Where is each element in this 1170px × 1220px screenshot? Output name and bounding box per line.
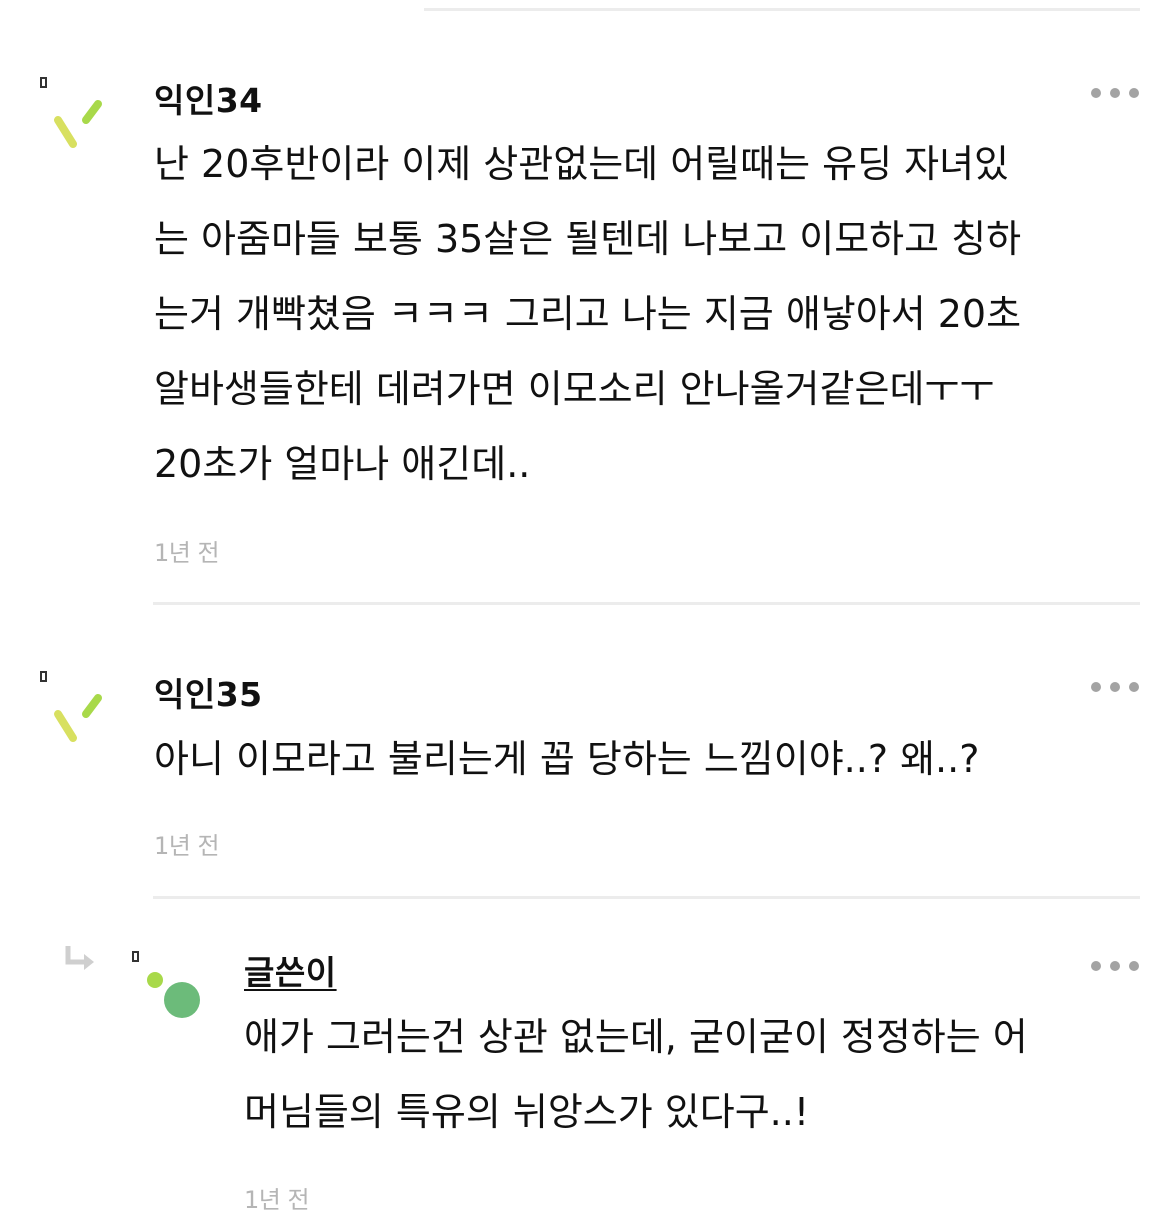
comment-divider <box>153 602 1140 605</box>
comment-body: 아니 이모라고 불리는게 꼽 당하는 느낌이야..? 왜..? <box>154 722 979 797</box>
comment-author[interactable]: 익인35 <box>154 668 263 716</box>
reply-author[interactable]: 글쓴이 <box>244 946 337 994</box>
more-dots-icon <box>1091 682 1101 692</box>
comment-line: 아니 이모라고 불리는게 꼽 당하는 느낌이야..? 왜..? <box>154 737 980 781</box>
more-dots-icon <box>1091 88 1101 98</box>
comment-author[interactable]: 익인34 <box>154 74 263 122</box>
reply-line: 애가 그러는건 상관 없는데, 굳이굳이 정정하는 어 <box>244 1015 1028 1059</box>
comment-timestamp: 1년 전 <box>154 539 220 567</box>
comment-timestamp: 1년 전 <box>154 832 220 860</box>
reply-body: 애가 그러는건 상관 없는데, 굳이굳이 정정하는 어 머님들의 특유의 뉘앙스… <box>244 1000 1028 1150</box>
comment-line: 는 아줌마들 보통 35살은 될텐데 나보고 이모하고 칭하 <box>154 217 1022 261</box>
reply-timestamp: 1년 전 <box>244 1186 310 1214</box>
anonymous-badge-icon <box>40 671 47 682</box>
comment-body: 난 20후반이라 이제 상관없는데 어릴때는 유딩 자녀있 는 아줌마들 보통 … <box>154 127 1021 502</box>
comment-line: 는거 개빡쳤음 ㅋㅋㅋ 그리고 나는 지금 애낳아서 20초 <box>154 292 1022 336</box>
avatar <box>54 100 102 148</box>
reply-line: 머님들의 특유의 뉘앙스가 있다구..! <box>244 1090 810 1134</box>
reply-arrow-icon <box>65 946 94 970</box>
more-options-button[interactable] <box>1091 680 1139 694</box>
anonymous-badge-icon <box>40 77 47 88</box>
more-options-button[interactable] <box>1091 86 1139 100</box>
more-dots-icon <box>1091 961 1101 971</box>
avatar <box>147 972 200 1018</box>
author-badge-icon <box>132 951 139 962</box>
comment-divider <box>153 896 1140 899</box>
avatar <box>54 694 102 742</box>
comment-line: 20초가 얼마나 애긴데.. <box>154 442 531 486</box>
comment-line: 알바생들한테 데려가면 이모소리 안나올거같은데ㅜㅜ <box>154 367 995 411</box>
top-divider <box>424 8 1140 11</box>
more-options-button[interactable] <box>1091 959 1139 973</box>
comment-line: 난 20후반이라 이제 상관없는데 어릴때는 유딩 자녀있 <box>154 142 1009 186</box>
